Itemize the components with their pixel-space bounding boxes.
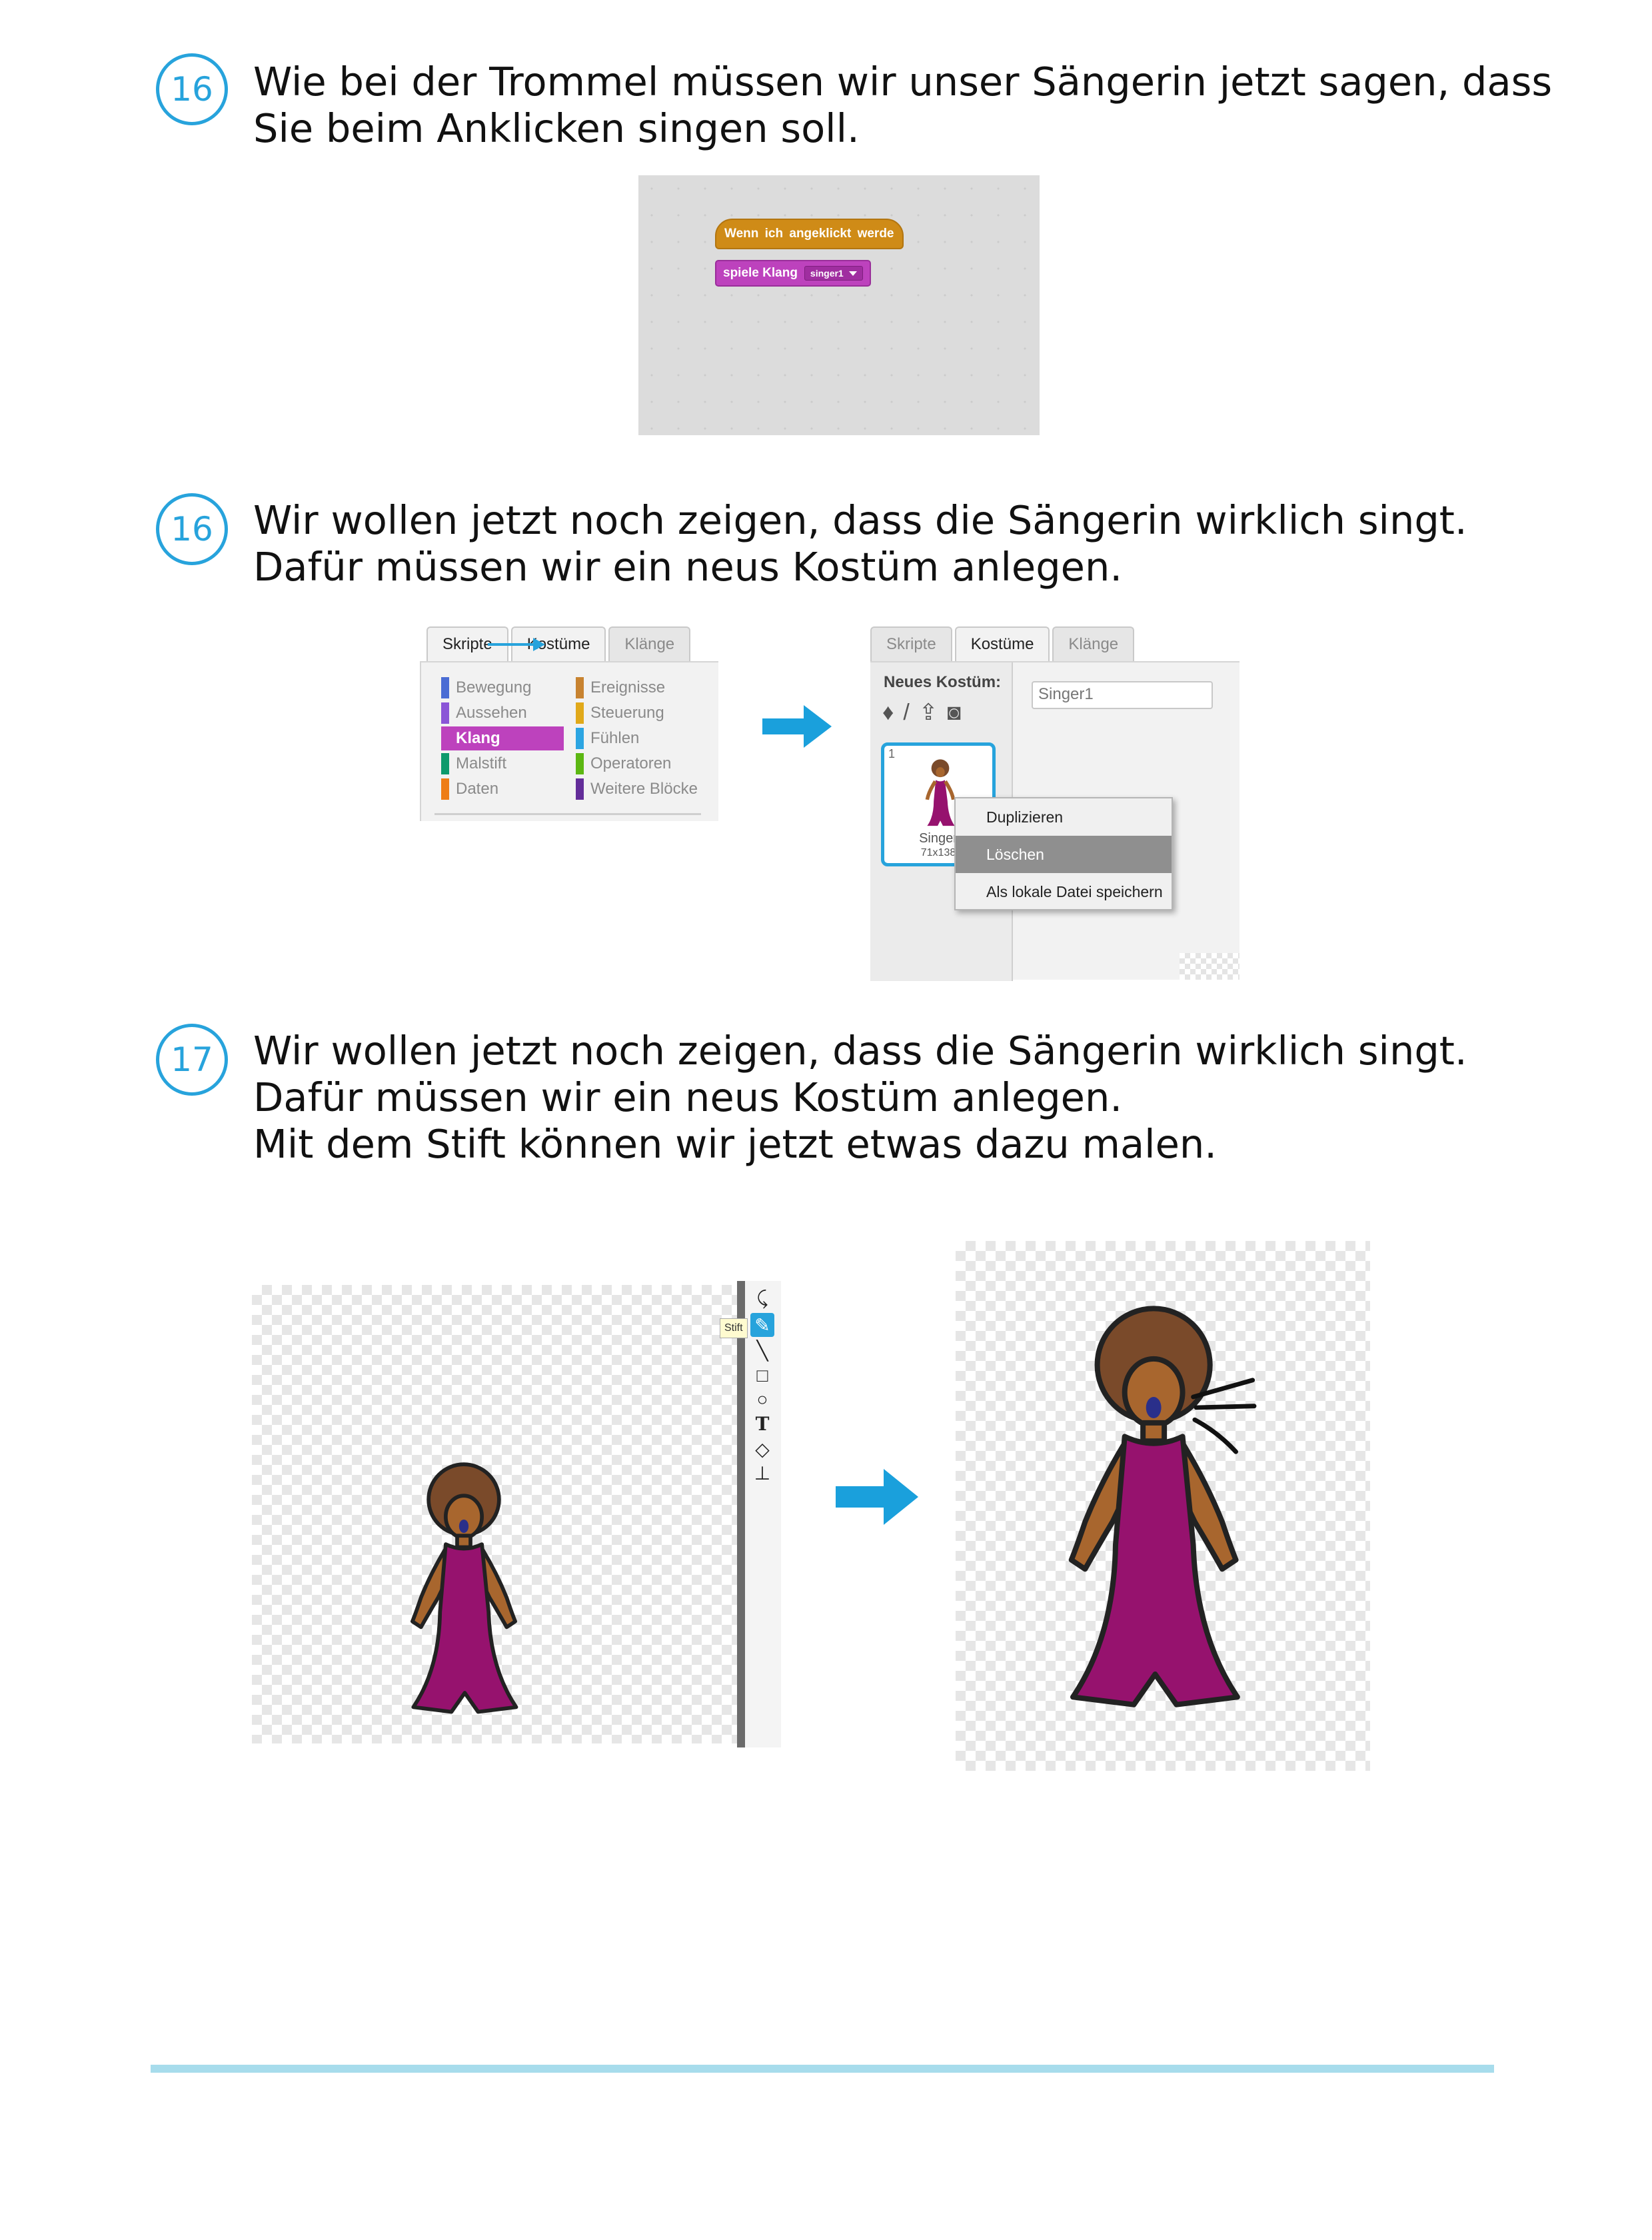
category-operators[interactable]: Operatoren [576, 752, 671, 776]
stamp-icon[interactable]: ⊥ [750, 1461, 774, 1485]
costume-name-input[interactable]: Singer1 [1032, 681, 1213, 709]
menu-item-save-local[interactable]: Als lokale Datei speichern [956, 873, 1172, 910]
sound-dropdown-value: singer1 [810, 268, 844, 279]
instruction-line: Sie beim Anklicken singen soll. [253, 105, 860, 151]
chevron-down-icon [848, 271, 857, 276]
category-looks[interactable]: Aussehen [441, 701, 527, 725]
rectangle-icon[interactable]: □ [750, 1364, 774, 1388]
context-menu: Duplizieren Löschen Als lokale Datei spe… [954, 797, 1173, 910]
singer-thumbnail-image [925, 759, 956, 826]
menu-item-duplicate[interactable]: Duplizieren [956, 798, 1172, 836]
tab-sounds[interactable]: Klänge [608, 626, 691, 661]
arrow-annotation-icon [488, 638, 545, 651]
new-costume-label: Neues Kostüm: [884, 673, 1002, 691]
sound-dropdown[interactable]: singer1 [804, 266, 863, 281]
pencil-icon[interactable]: ✎ [750, 1313, 774, 1337]
line-icon[interactable]: ╲ [750, 1338, 774, 1362]
step-number-badge: 16 [156, 53, 228, 125]
instruction-line: Wir wollen jetzt noch zeigen, dass die S… [253, 497, 1467, 543]
paint-brush-icon[interactable]: / [903, 701, 909, 724]
play-sound-label: spiele Klang [723, 266, 798, 280]
tooltip: Stift [720, 1318, 748, 1338]
footer-rule [151, 2065, 1494, 2073]
arrow-right-icon [762, 705, 832, 748]
tab-sounds[interactable]: Klänge [1052, 626, 1135, 661]
reshape-icon[interactable]: ⤹ [750, 1286, 774, 1310]
category-motion[interactable]: Bewegung [441, 676, 531, 700]
editor-divider [737, 1281, 745, 1747]
singer-costume-image [410, 1462, 518, 1714]
when-sprite-clicked-hat-block[interactable]: Wenn ich angeklickt werde [715, 219, 904, 249]
category-list: Bewegung Aussehen Klang Malstift Daten E… [420, 661, 718, 821]
paint-canvas-before[interactable] [252, 1285, 742, 1743]
step-instruction: Wir wollen jetzt noch zeigen, dass die S… [253, 1028, 1553, 1168]
play-sound-block[interactable]: spiele Klang singer1 [715, 260, 871, 287]
category-sound[interactable]: Klang [441, 726, 564, 750]
tab-bar: Skripte Kostüme Klänge [426, 626, 693, 661]
new-costume-tools: ♦ / ⇪ ◙ [882, 701, 961, 724]
instruction-line: Mit dem Stift können wir jetzt etwas daz… [253, 1121, 1218, 1167]
instruction-line: Dafür müssen wir ein neus Kostüm anlegen… [253, 1074, 1123, 1120]
arrow-right-icon [836, 1469, 918, 1525]
category-data[interactable]: Daten [441, 777, 498, 801]
menu-item-delete[interactable]: Löschen [956, 836, 1172, 873]
costume-panel-screenshot: Skripte Kostüme Klänge Neues Kostüm: ♦ /… [870, 626, 1239, 981]
script-area-screenshot: Wenn ich angeklickt werde spiele Klang s… [638, 175, 1040, 435]
text-icon[interactable]: T [750, 1412, 774, 1436]
category-events[interactable]: Ereignisse [576, 676, 665, 700]
paint-canvas-after [956, 1241, 1370, 1771]
paint-toolbox: ⤹ ✎ ╲ □ ○ T ◇ ⊥ [745, 1281, 781, 1747]
step-number-badge: 17 [156, 1024, 228, 1096]
camera-icon[interactable]: ◙ [947, 701, 961, 724]
category-sensing[interactable]: Fühlen [576, 726, 639, 750]
costume-index: 1 [888, 747, 896, 760]
tab-scripts[interactable]: Skripte [870, 626, 952, 661]
ellipse-icon[interactable]: ○ [750, 1388, 774, 1412]
category-control[interactable]: Steuerung [576, 701, 664, 725]
costume-editor: Neues Kostüm: ♦ / ⇪ ◙ 1 Singer 71x138 Si… [870, 661, 1239, 981]
sprite-library-icon[interactable]: ♦ [882, 701, 894, 724]
instruction-line: Dafür müssen wir ein neus Kostüm anlegen… [253, 544, 1123, 590]
step-instruction: Wir wollen jetzt noch zeigen, dass die S… [253, 497, 1553, 590]
tab-costumes[interactable]: Kostüme [954, 626, 1050, 661]
fill-icon[interactable]: ◇ [750, 1437, 774, 1461]
instruction-line: Wir wollen jetzt noch zeigen, dass die S… [253, 1028, 1467, 1074]
divider [434, 813, 701, 815]
tab-bar: Skripte Kostüme Klänge [870, 626, 1137, 661]
step-instruction: Wie bei der Trommel müssen wir unser Sän… [253, 59, 1553, 152]
singing-singer-image [1068, 1306, 1257, 1707]
stage-preview-corner [1180, 953, 1239, 980]
instruction-line: Wie bei der Trommel müssen wir unser Sän… [253, 59, 1553, 105]
category-more-blocks[interactable]: Weitere Blöcke [576, 777, 698, 801]
block-palette-screenshot: Skripte Kostüme Klänge Bewegung Aussehen… [420, 626, 718, 821]
step-number-badge: 16 [156, 493, 228, 565]
category-pen[interactable]: Malstift [441, 752, 506, 776]
upload-icon[interactable]: ⇪ [919, 701, 938, 724]
